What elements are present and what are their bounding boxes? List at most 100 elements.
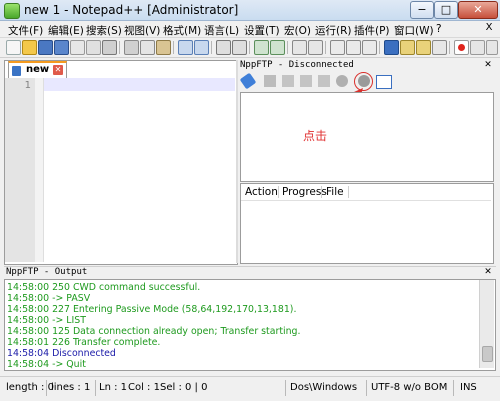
nppftp-close-icon[interactable]: ✕ (483, 60, 493, 70)
log-line: 14:58:01 226 Transfer complete. (7, 337, 161, 348)
log-line: 14:58:00 227 Entering Passive Mode (58,6… (7, 304, 297, 315)
notepadpp-app-icon (4, 3, 20, 19)
editor-text-area[interactable] (44, 78, 235, 91)
toolbar-separator (119, 41, 120, 54)
menu-view[interactable]: 视图(V) (124, 23, 160, 38)
output-close-icon[interactable]: ✕ (483, 267, 493, 277)
column-divider (321, 186, 322, 198)
refresh-icon[interactable] (318, 75, 330, 87)
menu-bar: 文件(F) 编辑(E) 搜索(S) 视图(V) 格式(M) 语言(L) 设置(T… (0, 21, 500, 38)
folder-as-workspace-icon[interactable] (432, 40, 447, 55)
indent-guide-icon[interactable] (362, 40, 377, 55)
tab-new[interactable]: new ✕ (8, 61, 67, 79)
status-bar: length : 0 lines : 1 Ln : 1 Col : 1 Sel … (0, 376, 500, 401)
zoom-out-icon[interactable] (270, 40, 285, 55)
close-icon[interactable] (70, 40, 85, 55)
column-file[interactable]: File (326, 186, 344, 198)
close-window-button[interactable]: ✕ (458, 1, 498, 19)
status-eol: Dos\Windows (290, 382, 358, 393)
line-number-gutter: 1 (5, 78, 35, 262)
status-divider (366, 380, 367, 396)
column-divider (348, 186, 349, 198)
menu-window[interactable]: 窗口(W) (394, 23, 434, 38)
maximize-button[interactable]: □ (434, 1, 458, 19)
fold-margin (35, 78, 44, 262)
status-sel: Sel : 0 | 0 (160, 382, 208, 393)
document-icon (12, 66, 21, 76)
copy-icon[interactable] (140, 40, 155, 55)
column-divider (278, 186, 279, 198)
menu-run[interactable]: 运行(R) (315, 23, 352, 38)
output-title: NppFTP - Output (6, 267, 88, 277)
close-all-icon[interactable] (86, 40, 101, 55)
menu-help[interactable]: ? (436, 23, 442, 35)
menu-language[interactable]: 语言(L) (204, 23, 239, 38)
save-icon[interactable] (38, 40, 53, 55)
ftp-file-tree[interactable] (240, 92, 494, 182)
open-file-icon[interactable] (22, 40, 37, 55)
tab-close-icon[interactable]: ✕ (53, 65, 63, 75)
panel-splitter[interactable] (236, 60, 238, 263)
save-all-icon[interactable] (54, 40, 69, 55)
tab-label: new (26, 64, 50, 75)
find-icon[interactable] (216, 40, 231, 55)
title-bar: new 1 - Notepad++ [Administrator] − □ ✕ (0, 0, 500, 21)
queue-header: Action Progress File (241, 184, 491, 201)
toolbar-separator (173, 41, 174, 54)
menu-format[interactable]: 格式(M) (163, 23, 201, 38)
log-line: 14:58:00 -> LIST (7, 315, 86, 326)
toolbar-separator (249, 41, 250, 54)
word-wrap-icon[interactable] (330, 40, 345, 55)
sync-vertical-icon[interactable] (292, 40, 307, 55)
log-line: 14:58:04 Disconnected (7, 348, 116, 359)
log-line: 14:58:00 -> PASV (7, 293, 91, 304)
menu-settings[interactable]: 设置(T) (244, 23, 280, 38)
message-window-icon[interactable] (376, 75, 392, 89)
toolbar-overflow-icon[interactable] (486, 40, 498, 55)
status-divider (453, 380, 454, 396)
output-panel-header: NppFTP - Output ✕ (4, 266, 496, 279)
stop-record-icon[interactable] (470, 40, 485, 55)
output-scrollbar[interactable] (479, 280, 494, 368)
toolbar-separator (325, 41, 326, 54)
column-action[interactable]: Action (245, 186, 278, 198)
output-log[interactable]: 14:58:00 250 CWD command successful. 14:… (4, 279, 496, 371)
sync-horizontal-icon[interactable] (308, 40, 323, 55)
menu-file[interactable]: 文件(F) (8, 23, 43, 38)
toolbar-separator (449, 41, 450, 54)
log-line: 14:58:00 125 Data connection already ope… (7, 326, 301, 337)
new-file-icon[interactable] (6, 40, 21, 55)
zoom-in-icon[interactable] (254, 40, 269, 55)
status-encoding: UTF-8 w/o BOM (371, 382, 448, 393)
show-all-chars-icon[interactable] (346, 40, 361, 55)
log-line: 14:58:00 250 CWD command successful. (7, 282, 201, 293)
scrollbar-thumb[interactable] (482, 346, 493, 362)
user-language-icon[interactable] (384, 40, 399, 55)
menu-search[interactable]: 搜索(S) (86, 23, 122, 38)
disconnect-icon[interactable] (264, 75, 276, 87)
cut-icon[interactable] (124, 40, 139, 55)
paste-icon[interactable] (156, 40, 171, 55)
doc-map-icon[interactable] (400, 40, 415, 55)
print-icon[interactable] (102, 40, 117, 55)
toolbar-separator (287, 41, 288, 54)
menu-edit[interactable]: 编辑(E) (48, 23, 84, 38)
line-number: 1 (24, 80, 31, 91)
window-title: new 1 - Notepad++ [Administrator] (24, 3, 239, 17)
toolbar-separator (379, 41, 380, 54)
minimize-button[interactable]: − (410, 1, 434, 19)
status-divider (285, 380, 286, 396)
toolbar-separator (211, 41, 212, 54)
menu-macro[interactable]: 宏(O) (284, 23, 311, 38)
download-icon[interactable] (282, 75, 294, 87)
replace-icon[interactable] (232, 40, 247, 55)
function-list-icon[interactable] (416, 40, 431, 55)
close-document-button[interactable]: X (484, 22, 494, 34)
menu-plugins[interactable]: 插件(P) (354, 23, 390, 38)
undo-icon[interactable] (178, 40, 193, 55)
redo-icon[interactable] (194, 40, 209, 55)
record-macro-icon[interactable] (454, 40, 469, 55)
status-divider (95, 380, 96, 396)
connect-icon[interactable] (239, 72, 257, 90)
upload-icon[interactable] (300, 75, 312, 87)
